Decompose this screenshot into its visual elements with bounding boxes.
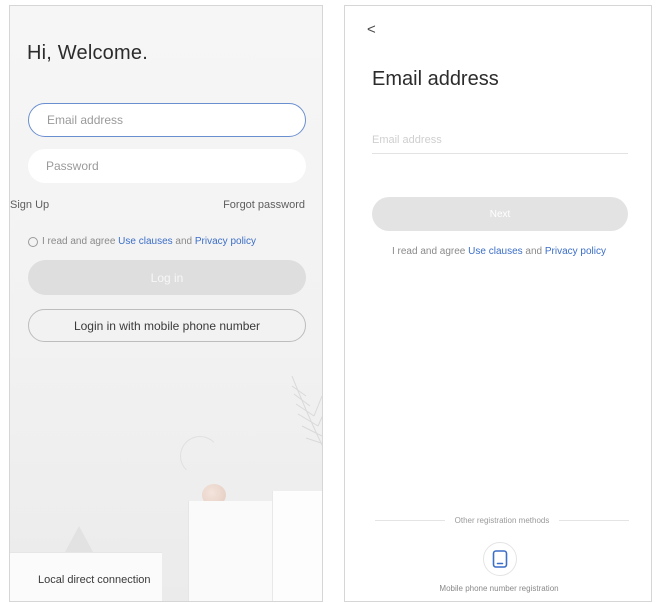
mobile-registration-button[interactable] [483,542,517,576]
forgot-password-link[interactable]: Forgot password [223,199,305,211]
tablet-icon [492,550,508,568]
password-placeholder: Password [46,159,99,173]
divider-line-right [559,520,629,521]
box-decoration [272,491,322,601]
login-button[interactable]: Log in [28,260,306,295]
sign-up-link[interactable]: Sign Up [10,199,49,211]
login-screen: Hi, Welcome. Email address Password Sign… [9,5,323,602]
next-button[interactable]: Next [372,197,628,231]
triangle-decoration [65,526,93,552]
agree-and-text: and [175,236,193,247]
agree-text: I read and agree [391,246,466,257]
welcome-title: Hi, Welcome. [27,42,148,64]
privacy-policy-link[interactable]: Privacy policy [545,246,606,257]
other-methods-label: Other registration methods [454,516,550,525]
mobile-registration-label: Mobile phone number registration [439,584,559,593]
back-button[interactable]: < [367,21,376,38]
email-placeholder: Email address [47,113,124,127]
plant-leaves-decoration [291,375,322,447]
email-registration-screen: < Email address Email address Next I rea… [344,5,652,602]
agree-radio[interactable] [28,236,38,247]
privacy-policy-link[interactable]: Privacy policy [195,236,256,247]
password-input[interactable]: Password [28,149,306,183]
page-title: Email address [372,68,499,90]
lamp-decoration [180,436,220,476]
use-clauses-link[interactable]: Use clauses [468,246,522,257]
email-placeholder: Email address [372,133,442,146]
other-methods-divider: Other registration methods [375,516,629,525]
email-input[interactable]: Email address [372,126,628,154]
agreement-row: I read and agree Use clauses and Privacy… [345,246,651,257]
local-direct-connection-link[interactable]: Local direct connection [38,574,151,586]
agreement-row: I read and agree Use clauses and Privacy… [28,236,256,247]
agree-text: I read and agree [42,236,116,247]
agree-and-text: and [525,246,543,257]
email-input[interactable]: Email address [28,103,306,137]
mobile-login-button[interactable]: Login in with mobile phone number [28,309,306,342]
use-clauses-link[interactable]: Use clauses [118,236,172,247]
divider-line-left [375,520,445,521]
